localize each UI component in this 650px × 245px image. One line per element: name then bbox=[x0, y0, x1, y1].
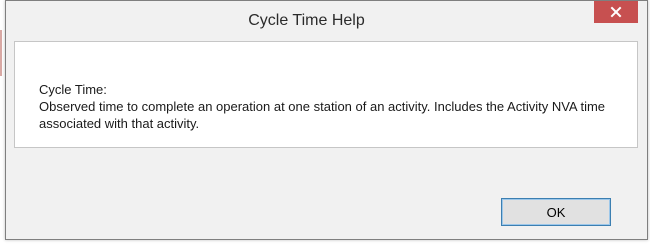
dialog-title: Cycle Time Help bbox=[248, 12, 365, 29]
help-heading: Cycle Time: bbox=[39, 82, 107, 97]
help-body: Observed time to complete an operation a… bbox=[39, 99, 606, 131]
close-button[interactable] bbox=[594, 1, 638, 23]
help-dialog: Cycle Time Help Cycle Time: Observed time… bbox=[5, 0, 648, 240]
help-text: Cycle Time: Observed time to complete an … bbox=[39, 81, 624, 132]
help-content-panel: Cycle Time: Observed time to complete an … bbox=[14, 41, 638, 148]
ok-button[interactable]: OK bbox=[501, 198, 611, 226]
background-window-edge bbox=[0, 30, 2, 76]
title-bar[interactable]: Cycle Time Help bbox=[6, 1, 647, 41]
dialog-footer: OK bbox=[14, 148, 638, 232]
close-icon bbox=[610, 6, 622, 18]
